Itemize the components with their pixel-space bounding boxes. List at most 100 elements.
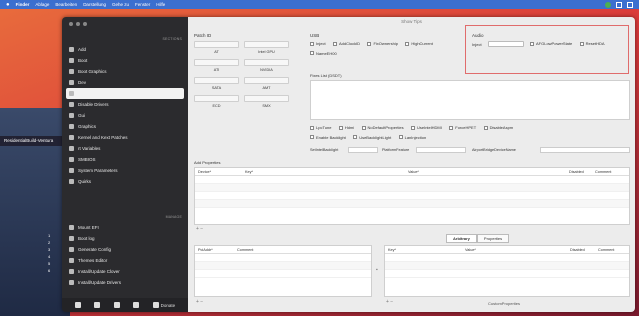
laninjection-checkbox[interactable]: LanInjection [398,135,426,140]
add-properties-table[interactable]: Device* Key* Value* Disabled Comment [194,167,630,225]
menu-item-hilfe[interactable]: Hilfe [156,2,165,7]
patch-button-sata[interactable] [194,77,239,84]
hdmi-checkbox[interactable]: Hdmi [338,125,354,130]
add-remove-prop-icon[interactable]: + − [386,299,393,305]
table-row[interactable] [195,192,629,200]
menu-item-bearbeiten[interactable]: Bearbeiten [55,2,77,7]
airportbridge-input[interactable] [540,147,630,153]
usb-nameeh00-checkbox[interactable]: NameEH00 [310,51,337,56]
platformfeature-input[interactable] [416,147,466,153]
sidebar-item-system-parameters[interactable]: System Parameters [66,165,184,176]
window-controls [69,22,87,26]
usb-options: Inject AddClockID FixOwnership HighCurre… [310,41,465,57]
tab-arbitrary[interactable]: Arbitrary [446,234,477,243]
usb-addclockid-checkbox[interactable]: AddClockID [332,41,360,46]
sidebar-item-disable-drivers[interactable]: Disable Drivers [66,99,184,110]
fixes-list-title: Fixes List (DSDT) [310,73,342,78]
sidebar-tool-install-clover[interactable]: Install/Update Clover [66,266,184,277]
sidebar-item-boot-graphics[interactable]: Boot Graphics [66,66,184,77]
menu-item-ablage[interactable]: Ablage [35,2,49,7]
usebacklightlight-checkbox[interactable]: UseBacklightLight [353,135,391,140]
table-row[interactable] [385,270,629,278]
audio-resethda-checkbox[interactable]: ResetHDA [579,41,605,46]
usb-highcurrent-checkbox[interactable]: HighCurrent [405,41,433,46]
sidebar-item-graphics[interactable]: Graphics [66,121,184,132]
sidebar-tool-themes-editor[interactable]: Themes Editor [66,255,184,266]
sidebar-item-gui[interactable]: Gui [66,110,184,121]
useintelhdmi-checkbox[interactable]: UseIntelHDMI [410,125,442,130]
palette-icon [69,258,74,263]
house-icon[interactable] [113,302,120,308]
sidebar-item-selected[interactable] [66,88,184,99]
table-row[interactable] [195,262,371,270]
control-center-icon[interactable] [616,1,622,8]
patch-button-ati[interactable] [194,59,239,66]
nodefaultproperties-checkbox[interactable]: NoDefaultProperties [361,125,404,130]
sidebar-list: Add Boot Boot Graphics Dev Disable Drive… [66,44,184,187]
sidebar-item-quirks[interactable]: Quirks [66,176,184,187]
sidebar-tool-mount-efi[interactable]: Mount EFI [66,222,184,233]
menu-app-name[interactable]: Finder [16,2,30,7]
minimize-icon[interactable] [76,22,80,26]
disableaspm-checkbox[interactable]: DisableAspm [483,125,513,130]
lpctune-checkbox[interactable]: LpcTune [310,125,331,130]
table-row[interactable] [195,200,629,208]
audio-afglowpower-checkbox[interactable]: AFGLowPowerState [530,41,572,46]
sidebar-tool-generate-config[interactable]: Generate Config [66,244,184,255]
table-row[interactable] [195,184,629,192]
sidebar-tools: Mount EFI Boot log Generate Config Theme… [66,222,184,288]
close-icon[interactable] [69,22,73,26]
status-icon[interactable] [605,1,611,8]
properties-table[interactable]: Key* Value* Disabled Comment [384,245,630,297]
patch-button-at[interactable] [194,41,239,48]
sidebar-item-dev[interactable]: Dev [66,77,184,88]
forcehpet-checkbox[interactable]: ForceHPET [449,125,476,130]
apple-icon[interactable]: ● [6,2,10,8]
donate-button[interactable]: Donate [152,302,175,308]
paypal-icon [152,302,159,308]
menu-item-darstellung[interactable]: Darstellung [83,2,106,7]
table-row[interactable] [385,254,629,262]
menu-item-gehe-zu[interactable]: Gehe zu [112,2,129,7]
platformfeature-label: PlatformFeature [382,148,410,152]
quirks-icon [69,179,74,184]
audio-inject-select[interactable] [488,41,524,47]
tab-properties[interactable]: Properties [476,234,510,243]
table-row[interactable] [195,254,371,262]
enable-backlight-checkbox[interactable]: Enable Backlight [310,135,346,140]
drag-handle-icon[interactable]: ▪ [376,267,378,273]
patch-button-nvidia[interactable] [244,59,289,66]
pci-address-table[interactable]: PciAddr* Comment [194,245,372,297]
col-value-right: Value* [465,247,476,252]
sidebar-item-rt-variables[interactable]: rt Variables [66,143,184,154]
bookmark-icon[interactable] [94,302,101,308]
table-row[interactable] [385,262,629,270]
table-row[interactable] [195,270,371,278]
menu-item-fenster[interactable]: Fenster [135,2,150,7]
home-icon[interactable] [74,302,81,308]
disk-icon [69,225,74,230]
sidebar-tool-boot-log[interactable]: Boot log [66,233,184,244]
patch-button-ecd[interactable] [194,95,239,102]
patch-button-intel[interactable] [244,41,289,48]
setintelbacklight-input[interactable] [348,147,378,153]
window-icon[interactable] [627,1,633,8]
patch-button-smx[interactable] [244,95,289,102]
smbios-icon [69,157,74,162]
fixes-list-area[interactable] [310,80,630,120]
sidebar-tool-install-drivers[interactable]: Install/Update Drivers [66,277,184,288]
patch-button-amt[interactable] [244,77,289,84]
sidebar-item-kernel[interactable]: Kernel and Kext Patches [66,132,184,143]
sidebar-item-smbios[interactable]: SMBIOS [66,154,184,165]
usb-inject-checkbox[interactable]: Inject [310,41,326,46]
share-icon[interactable] [133,302,140,308]
zoom-icon[interactable] [83,22,87,26]
sidebar-item-boot[interactable]: Boot [66,55,184,66]
table-row[interactable] [195,176,629,184]
col-disabled-right: Disabled [570,247,585,252]
add-remove-pci-icon[interactable]: + − [196,299,203,305]
add-remove-icon[interactable]: + − [196,226,203,232]
usb-fixownership-checkbox[interactable]: FixOwnership [367,41,398,46]
audio-inject-label: Inject [472,42,482,47]
sidebar-item-add[interactable]: Add [66,44,184,55]
